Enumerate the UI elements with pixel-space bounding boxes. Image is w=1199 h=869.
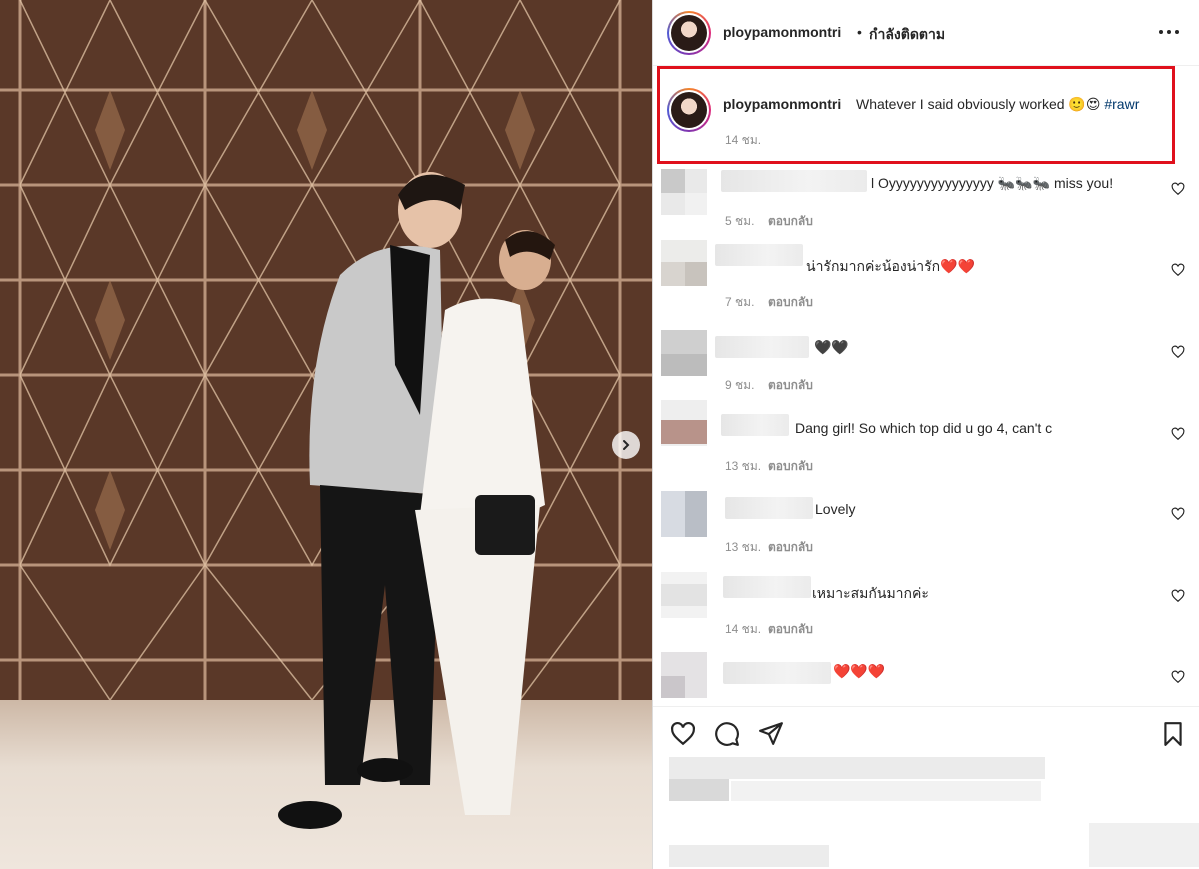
- reply-button[interactable]: ตอบกลับ: [768, 212, 813, 231]
- share-icon[interactable]: [758, 720, 784, 746]
- post-photo[interactable]: [0, 0, 652, 869]
- comment-avatar[interactable]: [661, 240, 707, 286]
- heart-icon[interactable]: [1171, 589, 1185, 603]
- comment-avatar[interactable]: [661, 572, 707, 618]
- bookmark-icon[interactable]: [1160, 721, 1186, 747]
- post-header: ploypamonmontri • กำลังติดตาม: [653, 0, 1199, 66]
- comment-text: Lovely: [815, 501, 856, 517]
- heart-icon[interactable]: [1171, 507, 1185, 521]
- comment-avatar[interactable]: [661, 169, 707, 215]
- blurred-likes-avatar: [669, 779, 729, 801]
- blurred-likes: [669, 757, 1045, 779]
- blurred-footer: [669, 845, 829, 867]
- reply-button[interactable]: ตอบกลับ: [768, 293, 813, 312]
- separator-dot: •: [857, 24, 862, 40]
- heart-icon[interactable]: [1171, 427, 1185, 441]
- comment-timestamp[interactable]: 13 ชม.: [725, 538, 761, 557]
- reply-button[interactable]: ตอบกลับ: [768, 376, 813, 395]
- comment-item: ❤️❤️❤️: [653, 652, 1199, 702]
- comment-text: 🖤🖤: [814, 339, 849, 355]
- avatar: [671, 15, 707, 51]
- blurred-username[interactable]: [723, 576, 811, 598]
- caption-timestamp[interactable]: 14 ชม.: [725, 131, 761, 150]
- photo-couple: [278, 172, 555, 829]
- blurred-username[interactable]: [715, 336, 809, 358]
- comment-item: 🖤🖤 9 ชม. ตอบกลับ: [653, 330, 1199, 410]
- post-username[interactable]: ploypamonmontri: [723, 24, 841, 40]
- comment-timestamp[interactable]: 13 ชม.: [725, 457, 761, 476]
- comment-avatar[interactable]: [661, 652, 707, 698]
- caption-hashtag[interactable]: #rawr: [1104, 96, 1139, 112]
- blurred-likes-text: [731, 781, 1041, 801]
- caption-story-ring[interactable]: [667, 88, 711, 132]
- blurred-username[interactable]: [721, 170, 867, 192]
- reply-button[interactable]: ตอบกลับ: [768, 620, 813, 639]
- comment-avatar[interactable]: [661, 400, 707, 446]
- comment-item: Lovely 13 ชม. ตอบกลับ: [653, 491, 1199, 571]
- story-ring[interactable]: [667, 11, 711, 55]
- comment-avatar[interactable]: [661, 491, 707, 537]
- heart-icon[interactable]: [1171, 182, 1185, 196]
- comment-timestamp[interactable]: 14 ชม.: [725, 620, 761, 639]
- reply-button[interactable]: ตอบกลับ: [768, 538, 813, 557]
- comment-timestamp[interactable]: 9 ชม.: [725, 376, 754, 395]
- comment-item: เหมาะสมกันมากค่ะ 14 ชม. ตอบกลับ: [653, 572, 1199, 652]
- comment-item: l Oyyyyyyyyyyyyyyy 🐜🐜🐜 miss you! 5 ชม. ต…: [653, 169, 1199, 249]
- heart-icon[interactable]: [1171, 670, 1185, 684]
- comment-text: น่ารักมากค่ะน้องน่ารัก❤️❤️: [806, 258, 975, 274]
- blurred-username[interactable]: [715, 244, 803, 266]
- blurred-username[interactable]: [721, 414, 789, 436]
- comment-timestamp[interactable]: 5 ชม.: [725, 212, 754, 231]
- heart-icon[interactable]: [1171, 263, 1185, 277]
- comment-avatar[interactable]: [661, 330, 707, 376]
- caption-avatar: [671, 92, 707, 128]
- comment-text: l Oyyyyyyyyyyyyyyy 🐜🐜🐜 miss you!: [871, 175, 1114, 191]
- chevron-right-icon: [623, 440, 630, 450]
- next-photo-button[interactable]: [612, 431, 640, 459]
- post-actions: [653, 706, 1199, 869]
- caption-body: Whatever I said obviously worked 🙂😍: [856, 96, 1105, 112]
- caption-username[interactable]: ploypamonmontri: [723, 96, 841, 112]
- comment-item: Dang girl! So which top did u go 4, can'…: [653, 400, 1199, 480]
- comment-icon[interactable]: [714, 721, 740, 747]
- like-heart-icon[interactable]: [670, 721, 696, 747]
- blurred-username[interactable]: [723, 662, 831, 684]
- comment-text: ❤️❤️❤️: [833, 663, 886, 679]
- more-horizontal-icon[interactable]: [1159, 30, 1181, 36]
- comment-text: Dang girl! So which top did u go 4, can'…: [795, 420, 1053, 436]
- post-sidebar: ploypamonmontri • กำลังติดตาม ploypamonm…: [653, 0, 1199, 869]
- comment-timestamp[interactable]: 7 ชม.: [725, 293, 754, 312]
- following-status[interactable]: กำลังติดตาม: [869, 24, 945, 46]
- comment-text: เหมาะสมกันมากค่ะ: [812, 585, 929, 601]
- heart-icon[interactable]: [1171, 345, 1185, 359]
- reply-button[interactable]: ตอบกลับ: [768, 457, 813, 476]
- caption-text: Whatever I said obviously worked 🙂😍 #raw…: [856, 96, 1139, 113]
- blurred-post-button: [1089, 823, 1199, 867]
- comment-item: น่ารักมากค่ะน้องน่ารัก❤️❤️ 7 ชม. ตอบกลับ: [653, 240, 1199, 320]
- blurred-username[interactable]: [725, 497, 813, 519]
